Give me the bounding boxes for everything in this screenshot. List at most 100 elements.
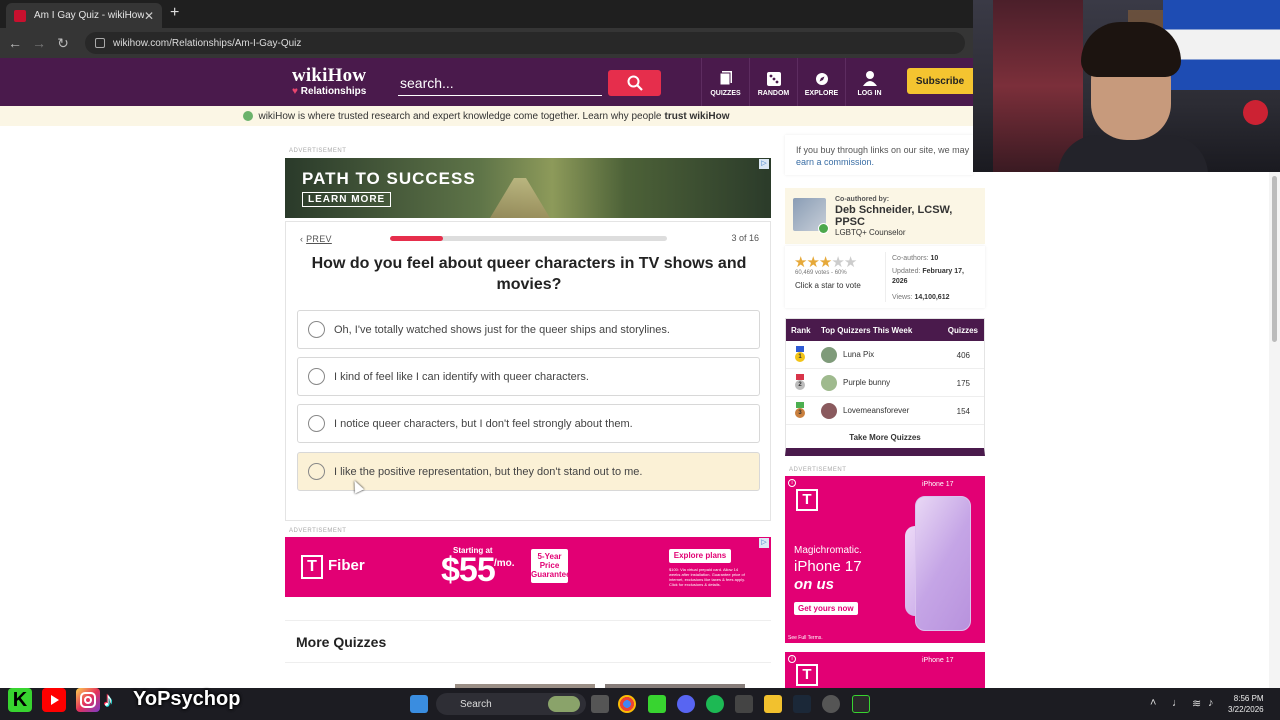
bronze-medal-icon: 3 bbox=[795, 402, 805, 418]
url-text: wikihow.com/Relationships/Am-I-Gay-Quiz bbox=[113, 37, 302, 49]
ad-headline: PATH TO SUCCESS bbox=[302, 169, 476, 188]
chrome-icon[interactable] bbox=[618, 695, 636, 713]
get-yours-button[interactable]: Get yours now bbox=[794, 602, 858, 615]
nav-explore[interactable]: EXPLORE bbox=[797, 58, 845, 106]
radio-icon[interactable] bbox=[308, 463, 325, 480]
tmobile-iphone-ad[interactable]: i T iPhone 17 Magichromatic. iPhone 17 o… bbox=[785, 476, 985, 643]
back-icon[interactable]: ← bbox=[3, 35, 27, 51]
answer-text: I kind of feel like I can identify with … bbox=[334, 370, 589, 383]
file-explorer-icon[interactable] bbox=[764, 695, 782, 713]
forward-icon[interactable]: → bbox=[27, 35, 51, 51]
logo-sub: Relationships bbox=[300, 86, 367, 97]
user-icon bbox=[862, 71, 877, 86]
prev-button[interactable]: ‹ PREV bbox=[300, 234, 332, 244]
windows-start-icon[interactable] bbox=[410, 695, 428, 713]
author-card[interactable]: Co-authored by: Deb Schneider, LCSW, PPS… bbox=[785, 188, 985, 244]
quiz-card: ‹ PREV 3 of 16 How do you feel about que… bbox=[285, 221, 771, 521]
task-view-icon[interactable] bbox=[591, 695, 609, 713]
search-button[interactable] bbox=[608, 70, 661, 96]
star-icon[interactable]: ★ bbox=[831, 254, 844, 271]
obs-icon[interactable] bbox=[822, 695, 840, 713]
radio-icon[interactable] bbox=[308, 321, 325, 338]
nav-login[interactable]: LOG IN bbox=[845, 58, 893, 106]
user-score: 175 bbox=[956, 379, 970, 388]
tiktok-logo-icon: ♪ bbox=[103, 689, 113, 711]
coauthored-label: Co-authored by: bbox=[835, 196, 890, 203]
views-meta: Views: 14,100,612 bbox=[892, 294, 950, 301]
webcam-overlay bbox=[973, 0, 1280, 172]
divider bbox=[285, 662, 771, 663]
site-header: wikiHow ♥ Relationships search... QUIZZE… bbox=[0, 58, 973, 106]
taskbar-clock[interactable]: 8:56 PM 3/22/2026 bbox=[1228, 693, 1264, 715]
subscribe-button[interactable]: Subscribe bbox=[907, 68, 973, 94]
close-tab-icon[interactable]: ✕ bbox=[144, 9, 154, 23]
radio-icon[interactable] bbox=[308, 368, 325, 385]
ad-line2: iPhone 17 bbox=[794, 558, 862, 575]
app-icon[interactable] bbox=[852, 695, 870, 713]
nav-random[interactable]: RANDOM bbox=[749, 58, 797, 106]
answer-option[interactable]: I like the positive representation, but … bbox=[297, 452, 760, 491]
address-bar[interactable]: wikihow.com/Relationships/Am-I-Gay-Quiz bbox=[85, 32, 965, 54]
star-icon[interactable]: ★ bbox=[819, 254, 832, 271]
star-icon[interactable]: ★ bbox=[806, 254, 819, 271]
radio-icon[interactable] bbox=[308, 415, 325, 432]
answer-option[interactable]: Oh, I've totally watched shows just for … bbox=[297, 310, 760, 349]
user-name[interactable]: Purple bunny bbox=[843, 378, 890, 387]
wikihow-favicon-icon bbox=[14, 9, 26, 22]
check-icon bbox=[243, 111, 254, 121]
star-icon[interactable]: ★ bbox=[794, 254, 807, 271]
updated-meta: Updated: February 17, 2026 bbox=[892, 268, 965, 285]
author-name: Deb Schneider, LCSW, PPSC bbox=[835, 204, 953, 228]
page-scrollbar[interactable] bbox=[1269, 172, 1280, 688]
kick-logo-icon: K bbox=[8, 688, 32, 712]
tmobile-fiber-ad[interactable]: T Fiber Starting at $55 /mo. 5-Year Pric… bbox=[285, 537, 771, 597]
wifi-icon[interactable]: ≋ bbox=[1192, 697, 1201, 710]
ad-info-icon[interactable]: i bbox=[788, 479, 796, 487]
progress-fill bbox=[390, 236, 443, 241]
steam-icon[interactable] bbox=[793, 695, 811, 713]
leaderboard-row: 3 Lovemeansforever 154 bbox=[786, 397, 984, 425]
trust-text: wikiHow is where trusted research and ex… bbox=[258, 110, 662, 122]
tray-chevron-icon[interactable]: ˄ bbox=[1150, 697, 1156, 709]
forest-path-image bbox=[490, 178, 550, 218]
kick-icon[interactable] bbox=[648, 695, 666, 713]
tmobile-iphone-ad-2[interactable]: i T iPhone 17 bbox=[785, 652, 985, 688]
nav-quizzes[interactable]: QUIZZES bbox=[701, 58, 749, 106]
compass-icon bbox=[815, 73, 828, 85]
verified-icon bbox=[818, 223, 829, 234]
answer-option[interactable]: I notice queer characters, but I don't f… bbox=[297, 404, 760, 443]
ad-line3: on us bbox=[794, 576, 834, 593]
ad-terms[interactable]: See Full Terms. bbox=[788, 635, 823, 641]
ad-info-icon[interactable]: ▷ bbox=[759, 159, 769, 169]
site-info-icon[interactable] bbox=[95, 38, 105, 48]
path-to-success-ad[interactable]: PATH TO SUCCESS LEARN MORE ▷ bbox=[285, 158, 771, 218]
take-more-quizzes-link[interactable]: Take More Quizzes bbox=[786, 425, 984, 449]
volume-icon[interactable]: ♪ bbox=[1208, 697, 1214, 709]
reload-icon[interactable]: ↻ bbox=[51, 35, 75, 52]
app-icon[interactable] bbox=[735, 695, 753, 713]
tmobile-logo-icon: T bbox=[796, 664, 818, 686]
browser-tab-bar: Am I Gay Quiz - wikiHow ✕ + bbox=[0, 0, 973, 28]
ad-info-icon[interactable]: i bbox=[788, 655, 796, 663]
star-rating[interactable]: ★★★★★ bbox=[794, 253, 857, 271]
trust-link[interactable]: trust wikiHow bbox=[664, 111, 729, 122]
microphone-icon[interactable]: ♩ bbox=[1172, 697, 1183, 709]
answer-option[interactable]: I kind of feel like I can identify with … bbox=[297, 357, 760, 396]
commission-link[interactable]: earn a commission. bbox=[796, 157, 874, 167]
search-input[interactable]: search... bbox=[398, 70, 602, 96]
user-name[interactable]: Lovemeansforever bbox=[843, 406, 909, 415]
new-tab-icon[interactable]: + bbox=[170, 4, 179, 22]
discord-icon[interactable] bbox=[677, 695, 695, 713]
leaderboard-row: 2 Purple bunny 175 bbox=[786, 369, 984, 397]
scroll-thumb[interactable] bbox=[1272, 176, 1277, 342]
wikihow-logo[interactable]: wikiHow ♥ Relationships bbox=[292, 65, 366, 97]
ad-cta[interactable]: LEARN MORE bbox=[302, 192, 392, 207]
explore-plans-button[interactable]: Explore plans bbox=[669, 549, 731, 563]
browser-tab[interactable]: Am I Gay Quiz - wikiHow ✕ bbox=[6, 3, 162, 28]
ad-info-icon[interactable]: ▷ bbox=[759, 538, 769, 548]
spotify-icon[interactable] bbox=[706, 695, 724, 713]
tmobile-logo-icon: T bbox=[796, 489, 818, 511]
quizzes-icon bbox=[719, 71, 732, 86]
user-name[interactable]: Luna Pix bbox=[843, 350, 874, 359]
star-icon[interactable]: ★ bbox=[844, 254, 857, 271]
